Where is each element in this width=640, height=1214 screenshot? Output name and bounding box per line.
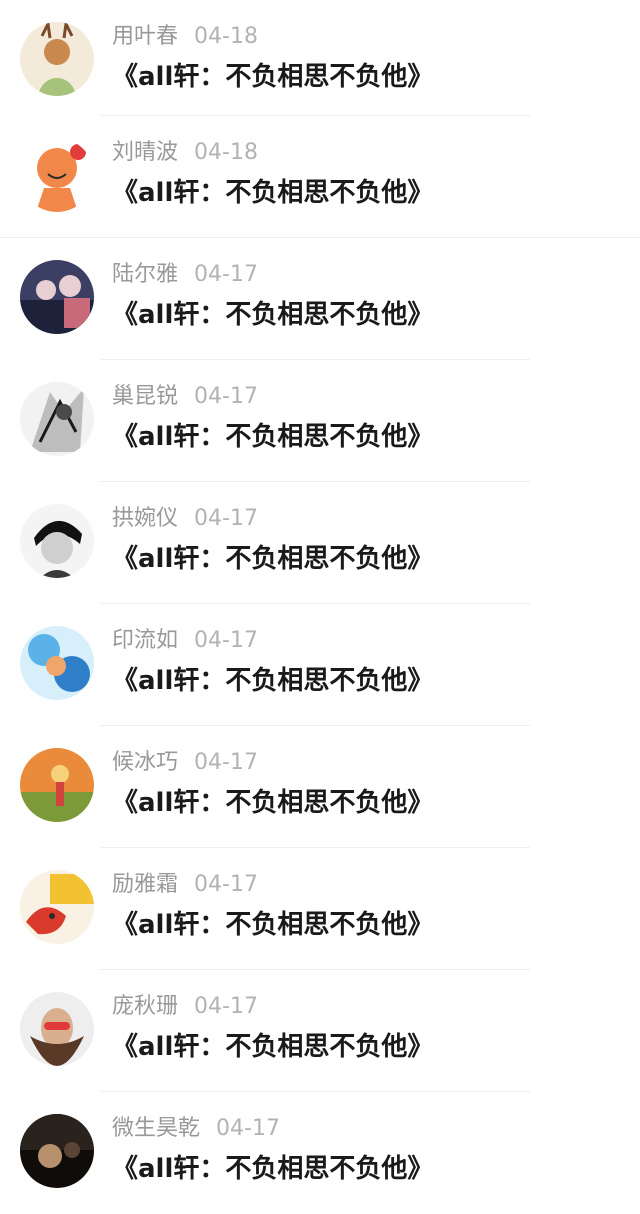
username[interactable]: 陆尔雅	[112, 262, 178, 287]
comment-meta: 用叶春 04-18	[112, 22, 258, 52]
username[interactable]: 微生昊乾	[112, 1116, 200, 1141]
timestamp: 04-17	[194, 262, 258, 287]
red-bird-avatar[interactable]	[20, 870, 94, 944]
list-item[interactable]: 候冰巧 04-17 《all轩：不负相思不负他》	[0, 726, 640, 848]
timestamp: 04-17	[194, 628, 258, 653]
mustache-man-avatar[interactable]	[20, 992, 94, 1066]
timestamp: 04-17	[194, 506, 258, 531]
manga-boy-avatar[interactable]	[20, 504, 94, 578]
story-title-link[interactable]: 《all轩：不负相思不负他》	[112, 420, 433, 454]
list-item[interactable]: 印流如 04-17 《all轩：不负相思不负他》	[0, 604, 640, 726]
username[interactable]: 庞秋珊	[112, 994, 178, 1019]
comment-meta: 庞秋珊 04-17	[112, 992, 258, 1022]
list-item[interactable]: 微生昊乾 04-17 《all轩：不负相思不负他》	[0, 1092, 640, 1214]
timestamp: 04-17	[194, 384, 258, 409]
list-item[interactable]: 陆尔雅 04-17 《all轩：不负相思不负他》	[0, 238, 640, 360]
story-title-link[interactable]: 《all轩：不负相思不负他》	[112, 908, 433, 942]
username[interactable]: 用叶春	[112, 24, 178, 49]
timestamp: 04-17	[194, 750, 258, 775]
comment-meta: 微生昊乾 04-17	[112, 1114, 280, 1144]
story-title-link[interactable]: 《all轩：不负相思不负他》	[112, 60, 433, 94]
list-item[interactable]: 拱婉仪 04-17 《all轩：不负相思不负他》	[0, 482, 640, 604]
comment-meta: 刘晴波 04-18	[112, 138, 258, 168]
list-item[interactable]: 励雅霜 04-17 《all轩：不负相思不负他》	[0, 848, 640, 970]
list-item[interactable]: 刘晴波 04-18 《all轩：不负相思不负他》	[0, 116, 640, 238]
group-photo-avatar[interactable]	[20, 260, 94, 334]
comment-meta: 候冰巧 04-17	[112, 748, 258, 778]
dark-photo-avatar[interactable]	[20, 1114, 94, 1188]
comment-list: 用叶春 04-18 《all轩：不负相思不负他》 刘晴波 04-18 《all轩：不负相思…	[0, 0, 640, 1214]
story-title-link[interactable]: 《all轩：不负相思不负他》	[112, 176, 433, 210]
comment-meta: 巢昆锐 04-17	[112, 382, 258, 412]
story-title-link[interactable]: 《all轩：不负相思不负他》	[112, 1152, 433, 1186]
list-item[interactable]: 庞秋珊 04-17 《all轩：不负相思不负他》	[0, 970, 640, 1092]
timestamp: 04-17	[216, 1116, 280, 1141]
story-title-link[interactable]: 《all轩：不负相思不负他》	[112, 664, 433, 698]
watercolor-avatar[interactable]	[20, 626, 94, 700]
comment-meta: 陆尔雅 04-17	[112, 260, 258, 290]
comment-meta: 印流如 04-17	[112, 626, 258, 656]
story-title-link[interactable]: 《all轩：不负相思不负他》	[112, 1030, 433, 1064]
deer-girl-avatar[interactable]	[20, 22, 94, 96]
story-title-link[interactable]: 《all轩：不负相思不负他》	[112, 298, 433, 332]
username[interactable]: 巢昆锐	[112, 384, 178, 409]
username[interactable]: 候冰巧	[112, 750, 178, 775]
timestamp: 04-17	[194, 994, 258, 1019]
story-title-link[interactable]: 《all轩：不负相思不负他》	[112, 786, 433, 820]
sketch-avatar[interactable]	[20, 382, 94, 456]
timestamp: 04-18	[194, 24, 258, 49]
list-item[interactable]: 巢昆锐 04-17 《all轩：不负相思不负他》	[0, 360, 640, 482]
username[interactable]: 拱婉仪	[112, 506, 178, 531]
timestamp: 04-17	[194, 872, 258, 897]
username[interactable]: 刘晴波	[112, 140, 178, 165]
comment-meta: 拱婉仪 04-17	[112, 504, 258, 534]
cartoon-boy-avatar[interactable]	[20, 138, 94, 212]
comment-meta: 励雅霜 04-17	[112, 870, 258, 900]
username[interactable]: 励雅霜	[112, 872, 178, 897]
list-item[interactable]: 用叶春 04-18 《all轩：不负相思不负他》	[0, 0, 640, 116]
sunset-girl-avatar[interactable]	[20, 748, 94, 822]
username[interactable]: 印流如	[112, 628, 178, 653]
story-title-link[interactable]: 《all轩：不负相思不负他》	[112, 542, 433, 576]
timestamp: 04-18	[194, 140, 258, 165]
